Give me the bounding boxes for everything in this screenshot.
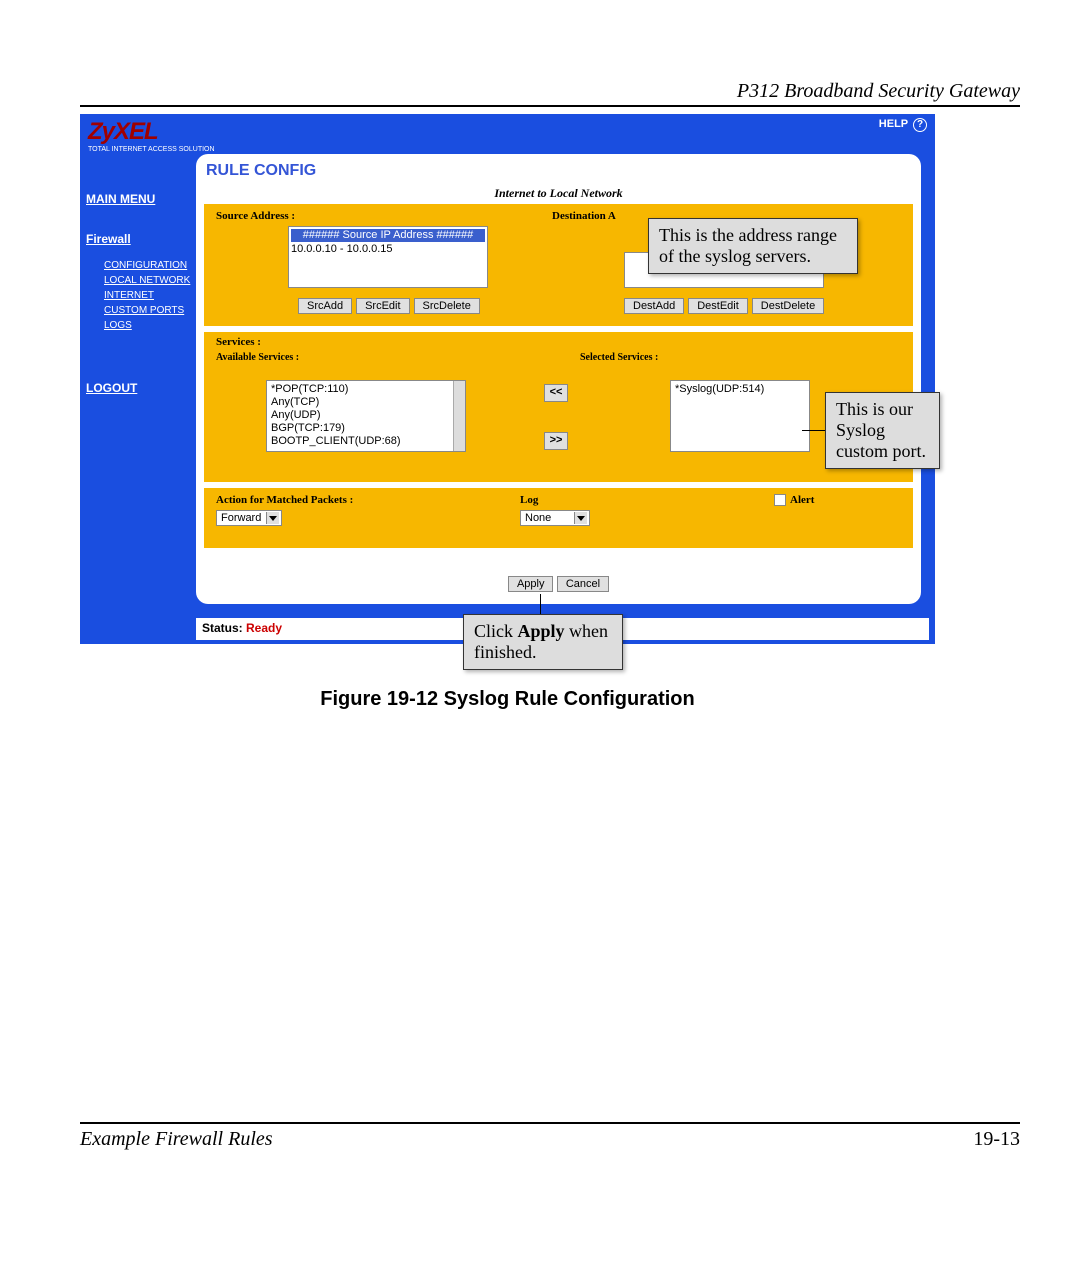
source-address-list[interactable]: ###### Source IP Address ###### 10.0.0.1… <box>288 226 488 288</box>
source-list-header: ###### Source IP Address ###### <box>291 229 485 242</box>
action-section: Action for Matched Packets : Forward Log… <box>204 488 913 548</box>
move-right-button[interactable]: >> <box>544 432 568 450</box>
brand-subtitle: TOTAL INTERNET ACCESS SOLUTION <box>88 146 215 153</box>
action-label: Action for Matched Packets : <box>216 494 353 506</box>
service-item[interactable]: *Syslog(UDP:514) <box>675 383 797 396</box>
source-buttons: SrcAdd SrcEdit SrcDelete <box>298 298 480 314</box>
service-item[interactable]: BGP(TCP:179) <box>271 422 453 435</box>
connector-line <box>540 594 541 614</box>
service-item[interactable]: Any(TCP) <box>271 396 453 409</box>
screenshot-frame: ZyXEL TOTAL INTERNET ACCESS SOLUTION HEL… <box>80 114 935 644</box>
doc-header: P312 Broadband Security Gateway <box>80 80 1020 107</box>
apply-button[interactable]: Apply <box>508 576 554 592</box>
status-value: Ready <box>246 621 282 635</box>
callout-bold: Apply <box>518 621 565 641</box>
log-value: None <box>525 512 551 524</box>
log-label: Log <box>520 494 538 506</box>
dest-buttons: DestAdd DestEdit DestDelete <box>624 298 824 314</box>
service-item[interactable]: Any(UDP) <box>271 409 453 422</box>
source-range-item[interactable]: 10.0.0.10 - 10.0.0.15 <box>291 243 485 256</box>
src-add-button[interactable]: SrcAdd <box>298 298 352 314</box>
status-label: Status: <box>202 621 243 635</box>
nav-internet[interactable]: INTERNET <box>104 290 196 301</box>
action-select[interactable]: Forward <box>216 510 282 526</box>
nav-main-menu[interactable]: MAIN MENU <box>86 192 196 206</box>
available-services-list[interactable]: *POP(TCP:110) Any(TCP) Any(UDP) BGP(TCP:… <box>266 380 466 452</box>
action-value: Forward <box>221 512 261 524</box>
service-item[interactable]: *POP(TCP:110) <box>271 383 453 396</box>
source-address-label: Source Address : <box>216 210 295 222</box>
nav-logs[interactable]: LOGS <box>104 320 196 331</box>
dest-edit-button[interactable]: DestEdit <box>688 298 748 314</box>
callout-text: Click <box>474 621 518 641</box>
route-label: Internet to Local Network <box>196 186 921 201</box>
footer-left: Example Firewall Rules <box>80 1128 273 1151</box>
nav-firewall[interactable]: Firewall <box>86 232 196 246</box>
apply-row: Apply Cancel <box>196 576 921 592</box>
brand-logo: ZyXEL <box>88 118 158 146</box>
dest-add-button[interactable]: DestAdd <box>624 298 684 314</box>
selected-services-label: Selected Services : <box>580 352 658 363</box>
nav-logout[interactable]: LOGOUT <box>86 381 196 395</box>
src-delete-button[interactable]: SrcDelete <box>414 298 480 314</box>
panel-title: RULE CONFIG <box>206 162 316 180</box>
callout-apply: Click Apply when finished. <box>463 614 623 670</box>
available-services-label: Available Services : <box>216 352 299 363</box>
alert-checkbox[interactable] <box>774 494 786 506</box>
log-select[interactable]: None <box>520 510 590 526</box>
cancel-button[interactable]: Cancel <box>557 576 609 592</box>
nav-local-network[interactable]: LOCAL NETWORK <box>104 275 196 286</box>
nav-configuration[interactable]: CONFIGURATION <box>104 260 196 271</box>
footer-right: 19-13 <box>973 1128 1020 1151</box>
services-label: Services : <box>216 336 261 348</box>
callout-syslog-port: This is our Syslog custom port. <box>825 392 940 469</box>
service-item[interactable]: BOOTP_CLIENT(UDP:68) <box>271 435 453 448</box>
help-icon: ? <box>913 118 927 132</box>
help-link[interactable]: HELP ? <box>879 118 927 132</box>
scrollbar[interactable] <box>453 381 465 451</box>
help-label: HELP <box>879 118 908 130</box>
move-left-button[interactable]: << <box>544 384 568 402</box>
dest-address-label: Destination A <box>552 210 616 222</box>
services-section: Services : Available Services : Selected… <box>204 332 913 482</box>
src-edit-button[interactable]: SrcEdit <box>356 298 409 314</box>
selected-services-list[interactable]: *Syslog(UDP:514) <box>670 380 810 452</box>
dest-delete-button[interactable]: DestDelete <box>752 298 824 314</box>
callout-address-range: This is the address range of the syslog … <box>648 218 858 274</box>
sidebar: MAIN MENU Firewall CONFIGURATION LOCAL N… <box>86 186 196 395</box>
connector-line <box>802 430 826 431</box>
doc-footer: Example Firewall Rules 19-13 <box>80 1122 1020 1151</box>
figure-caption: Figure 19-12 Syslog Rule Configuration <box>80 688 935 711</box>
alert-label: Alert <box>790 494 814 506</box>
nav-custom-ports[interactable]: CUSTOM PORTS <box>104 305 196 316</box>
